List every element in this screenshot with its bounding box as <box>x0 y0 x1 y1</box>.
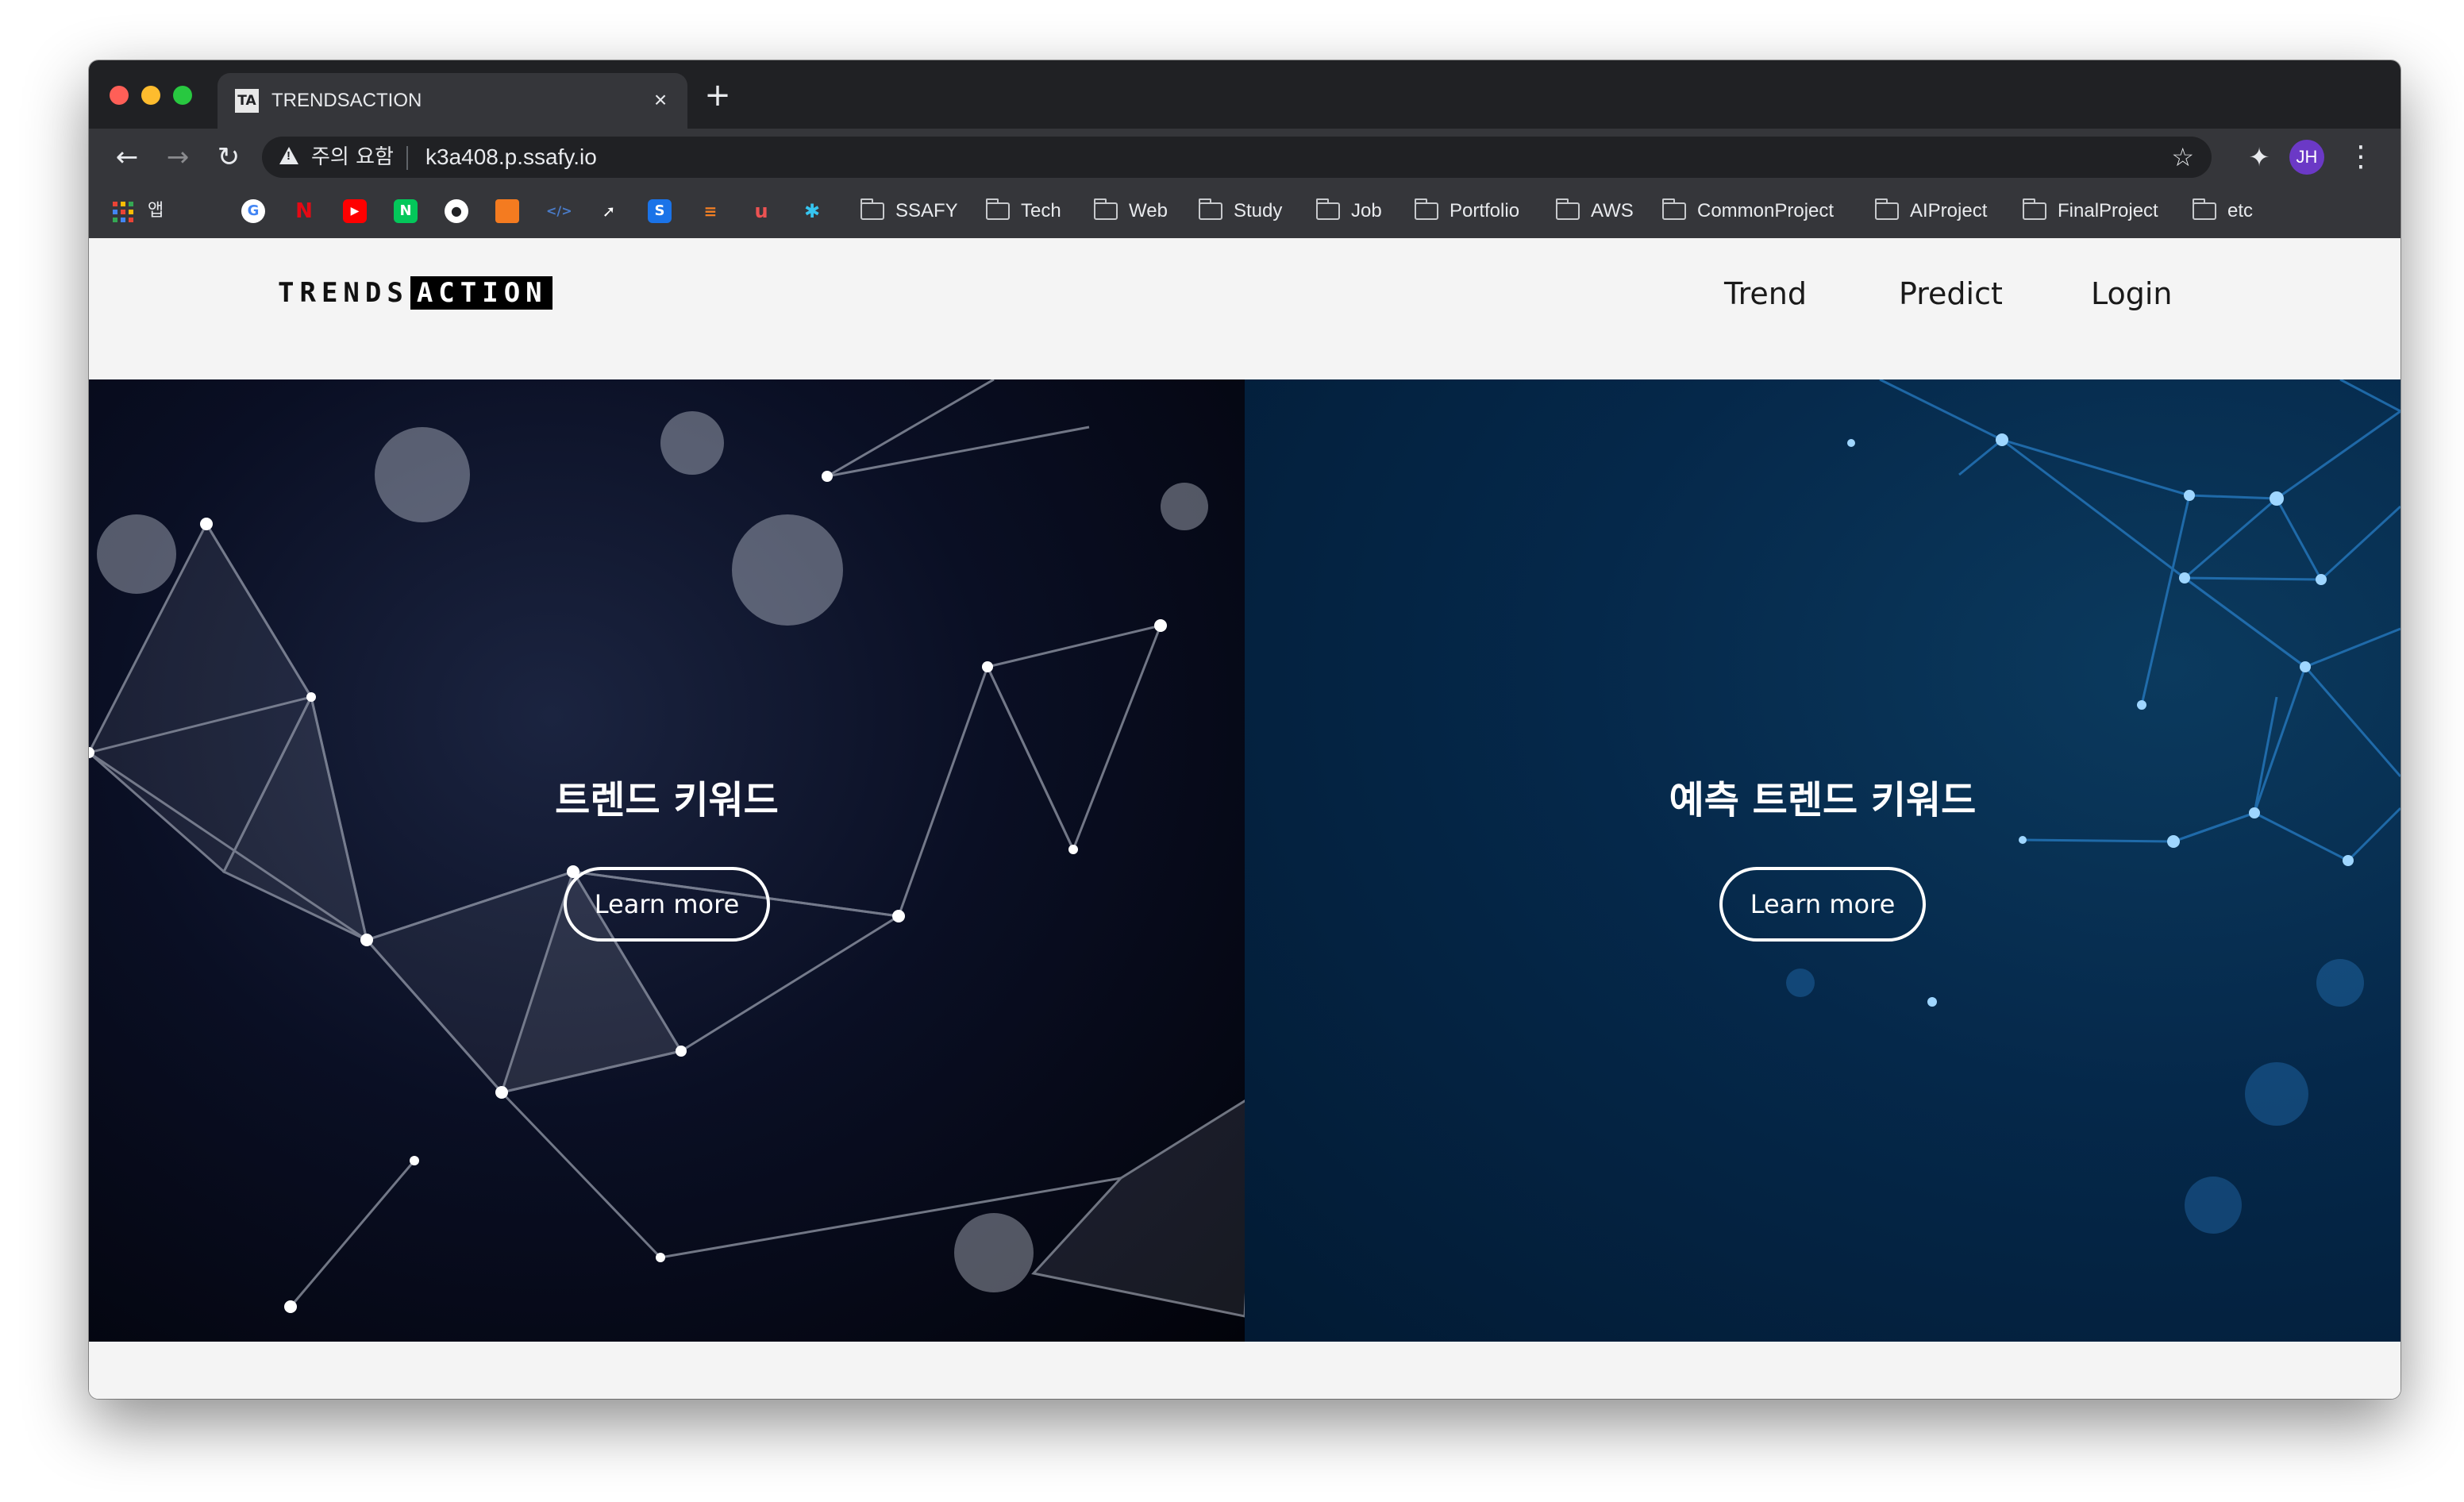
folder-icon <box>2023 198 2046 220</box>
hero-panel-trend: 트렌드 키워드 Learn more <box>89 379 1245 1342</box>
tab-close-icon[interactable]: × <box>648 87 673 113</box>
folder-label: Tech <box>1021 200 1061 221</box>
folder-label: Web <box>1129 200 1168 221</box>
bookmarks-bar: 앱 G N ▶ N ● </> ➚ S ≡ u ✱ SSAFY Tech Web… <box>89 186 2400 239</box>
bookmark-folder-tech[interactable]: Tech <box>986 198 1061 224</box>
apps-label[interactable]: 앱 <box>148 200 164 222</box>
network-background-left <box>89 379 1245 1318</box>
folder-icon <box>860 198 884 220</box>
minimize-window-button[interactable] <box>141 86 160 105</box>
close-window-button[interactable] <box>110 86 129 105</box>
folder-icon <box>1556 198 1580 220</box>
page-footer-strip <box>89 1342 2400 1399</box>
kebab-menu-icon[interactable]: ⋮ <box>2347 141 2375 173</box>
nav-link-predict[interactable]: Predict <box>1899 276 2003 311</box>
hero-title-trend: 트렌드 키워드 <box>555 778 779 822</box>
web-page: TRENDS ACTION Trend Predict Login 트렌드 키워… <box>89 238 2400 1399</box>
bookmark-star-icon[interactable]: ☆ <box>2171 143 2194 171</box>
folder-label: etc <box>2227 200 2254 221</box>
forward-arrow-icon[interactable]: → <box>162 141 194 173</box>
google-icon[interactable]: G <box>241 199 265 223</box>
folder-icon <box>2193 198 2216 220</box>
tab-title: TRENDSACTION <box>271 90 422 111</box>
folder-label: CommonProject <box>1697 200 1835 221</box>
slack-icon[interactable]: ✱ <box>800 199 824 223</box>
github-icon[interactable]: ● <box>445 199 468 223</box>
bookmark-folder-aiproject[interactable]: AIProject <box>1875 198 1987 224</box>
folder-label: Job <box>1351 200 1382 221</box>
bookmark-folder-aws[interactable]: AWS <box>1556 198 1634 224</box>
folder-icon <box>1662 198 1686 220</box>
stackoverflow-icon[interactable]: ≡ <box>699 199 722 223</box>
folder-label: Study <box>1234 200 1283 221</box>
bookmark-folder-commonproject[interactable]: CommonProject <box>1662 198 1834 224</box>
folder-label: Portfolio <box>1450 200 1520 221</box>
address-divider <box>406 146 408 170</box>
folder-icon <box>986 198 1010 220</box>
aws-box-icon[interactable] <box>495 199 519 223</box>
folder-icon <box>1316 198 1340 220</box>
learn-more-button-predict[interactable]: Learn more <box>1719 867 1926 942</box>
s-app-icon[interactable]: S <box>648 199 672 223</box>
bookmark-folder-finalproject[interactable]: FinalProject <box>2023 198 2158 224</box>
maximize-window-button[interactable] <box>173 86 192 105</box>
bookmark-folder-etc[interactable]: etc <box>2193 198 2253 224</box>
network-background-right <box>1786 379 2400 1234</box>
hero-panel-predict: 예측 트렌드 키워드 Learn more <box>1245 379 2400 1342</box>
bookmark-folder-study[interactable]: Study <box>1199 198 1282 224</box>
folder-icon <box>1875 198 1899 220</box>
folder-label: SSAFY <box>895 200 958 221</box>
folder-label: FinalProject <box>2058 200 2158 221</box>
tab-favicon-icon: TA <box>235 89 259 113</box>
code-icon[interactable]: </> <box>546 199 572 223</box>
folder-icon <box>1094 198 1118 220</box>
apps-grid-icon[interactable] <box>113 202 133 222</box>
nav-link-trend[interactable]: Trend <box>1724 276 1807 311</box>
profile-avatar[interactable]: JH <box>2289 140 2324 175</box>
warning-icon[interactable] <box>279 147 298 164</box>
bookmark-folder-ssafy[interactable]: SSAFY <box>860 198 958 224</box>
netflix-icon[interactable]: N <box>292 199 316 223</box>
learn-more-button-trend[interactable]: Learn more <box>564 867 770 942</box>
folder-label: AIProject <box>1910 200 1988 221</box>
url-text[interactable]: k3a408.p.ssafy.io <box>425 146 597 168</box>
bookmark-folder-web[interactable]: Web <box>1094 198 1168 224</box>
extensions-puzzle-icon[interactable]: ✦ <box>2243 141 2275 173</box>
nav-link-login[interactable]: Login <box>2091 276 2173 311</box>
site-logo[interactable]: TRENDS ACTION <box>278 276 552 310</box>
naver-icon[interactable]: N <box>394 199 418 223</box>
flutter-icon[interactable]: ➚ <box>597 199 621 223</box>
hero-title-predict: 예측 트렌드 키워드 <box>1669 778 1977 822</box>
youtube-icon[interactable]: ▶ <box>343 199 367 223</box>
tab-strip: TA TRENDSACTION × + <box>89 60 2400 129</box>
bookmark-folder-job[interactable]: Job <box>1316 198 1382 224</box>
address-bar[interactable]: 주의 요함 k3a408.p.ssafy.io ☆ <box>262 137 2212 178</box>
logo-text-trends: TRENDS <box>278 277 409 309</box>
site-header: TRENDS ACTION Trend Predict Login <box>89 238 2400 379</box>
reload-icon[interactable]: ↻ <box>213 141 244 173</box>
back-arrow-icon[interactable]: ← <box>111 141 143 173</box>
browser-toolbar: ← → ↻ 주의 요함 k3a408.p.ssafy.io ☆ ✦ JH ⋮ <box>89 129 2400 186</box>
new-tab-button[interactable]: + <box>702 79 733 111</box>
security-warning-label[interactable]: 주의 요함 <box>311 146 394 168</box>
apple-icon[interactable] <box>191 199 214 223</box>
browser-window: TA TRENDSACTION × + ← → ↻ 주의 요함 k3a408.p… <box>89 60 2400 1399</box>
logo-text-action: ACTION <box>410 276 552 310</box>
folder-label: AWS <box>1591 200 1634 221</box>
folder-icon <box>1415 198 1438 220</box>
tab-trendsaction[interactable]: TA TRENDSACTION × <box>218 73 687 129</box>
udemy-icon[interactable]: u <box>749 199 773 223</box>
bookmark-folder-portfolio[interactable]: Portfolio <box>1415 198 1519 224</box>
folder-icon <box>1199 198 1222 220</box>
